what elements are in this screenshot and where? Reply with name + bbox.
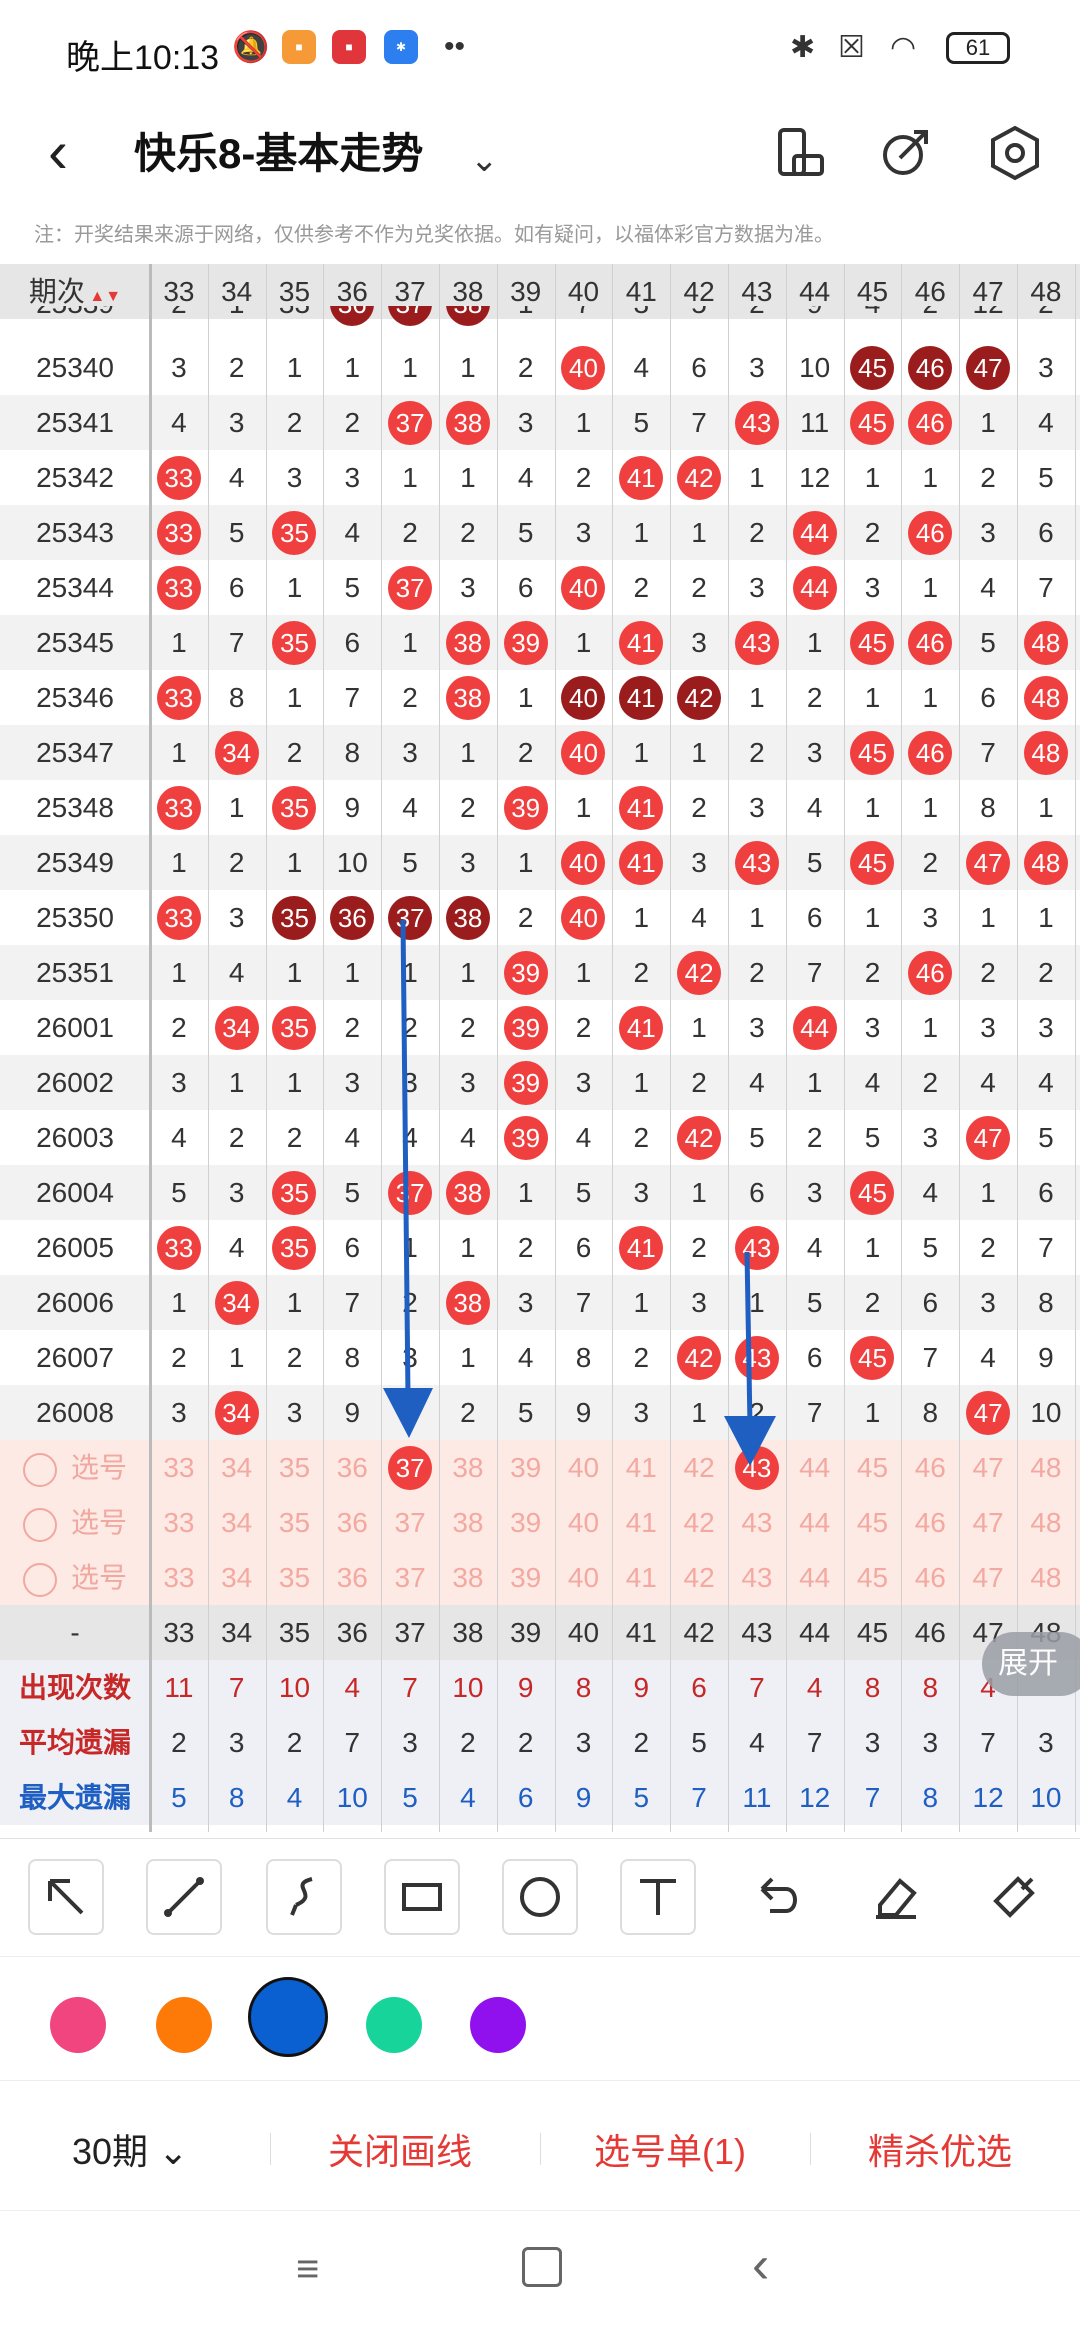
drawn-arrow-line-2 xyxy=(744,1251,753,1427)
pick-list-button[interactable]: 选号单(1) xyxy=(594,2123,746,2175)
chevron-down-icon: ⌄ xyxy=(158,2131,189,2172)
drawn-arrow-head-1 xyxy=(383,1388,433,1438)
period-select-label: 30期 xyxy=(72,2131,149,2172)
color-purple[interactable] xyxy=(470,1997,526,2053)
drawing-toolbar xyxy=(0,1838,1080,1949)
close-line-button[interactable]: 关闭画线 xyxy=(328,2123,472,2175)
color-pink[interactable] xyxy=(50,1997,106,2053)
drawn-arrow-head-2 xyxy=(724,1416,776,1466)
home-icon[interactable] xyxy=(522,2247,562,2287)
expand-button[interactable]: 展开 xyxy=(982,1632,1080,1696)
curve-tool-icon[interactable] xyxy=(266,1859,342,1935)
eraser-icon[interactable] xyxy=(858,1859,934,1935)
color-blue-selected[interactable] xyxy=(248,1977,328,2057)
premium-button[interactable]: 精杀优选 xyxy=(868,2123,1012,2175)
period-select[interactable]: 30期 ⌄ xyxy=(72,2123,188,2175)
rectangle-tool-icon[interactable] xyxy=(384,1859,460,1935)
bottom-action-bar: 30期 ⌄ 关闭画线 选号单(1) 精杀优选 xyxy=(0,2080,1080,2211)
clear-brush-icon[interactable] xyxy=(976,1859,1052,1935)
arrow-tool-icon[interactable] xyxy=(28,1859,104,1935)
line-tool-icon[interactable] xyxy=(146,1859,222,1935)
color-orange[interactable] xyxy=(156,1997,212,2053)
text-tool-icon[interactable] xyxy=(620,1859,696,1935)
color-palette xyxy=(0,1956,1080,2077)
system-navbar: ≡ ‹ xyxy=(0,2210,1080,2341)
undo-icon[interactable] xyxy=(740,1859,816,1935)
color-green[interactable] xyxy=(366,1997,422,2053)
back-nav-icon[interactable]: ‹ xyxy=(752,2235,769,2295)
circle-tool-icon[interactable] xyxy=(502,1859,578,1935)
menu-icon[interactable]: ≡ xyxy=(296,2247,319,2292)
drawn-arrow-line-1 xyxy=(400,919,411,1399)
